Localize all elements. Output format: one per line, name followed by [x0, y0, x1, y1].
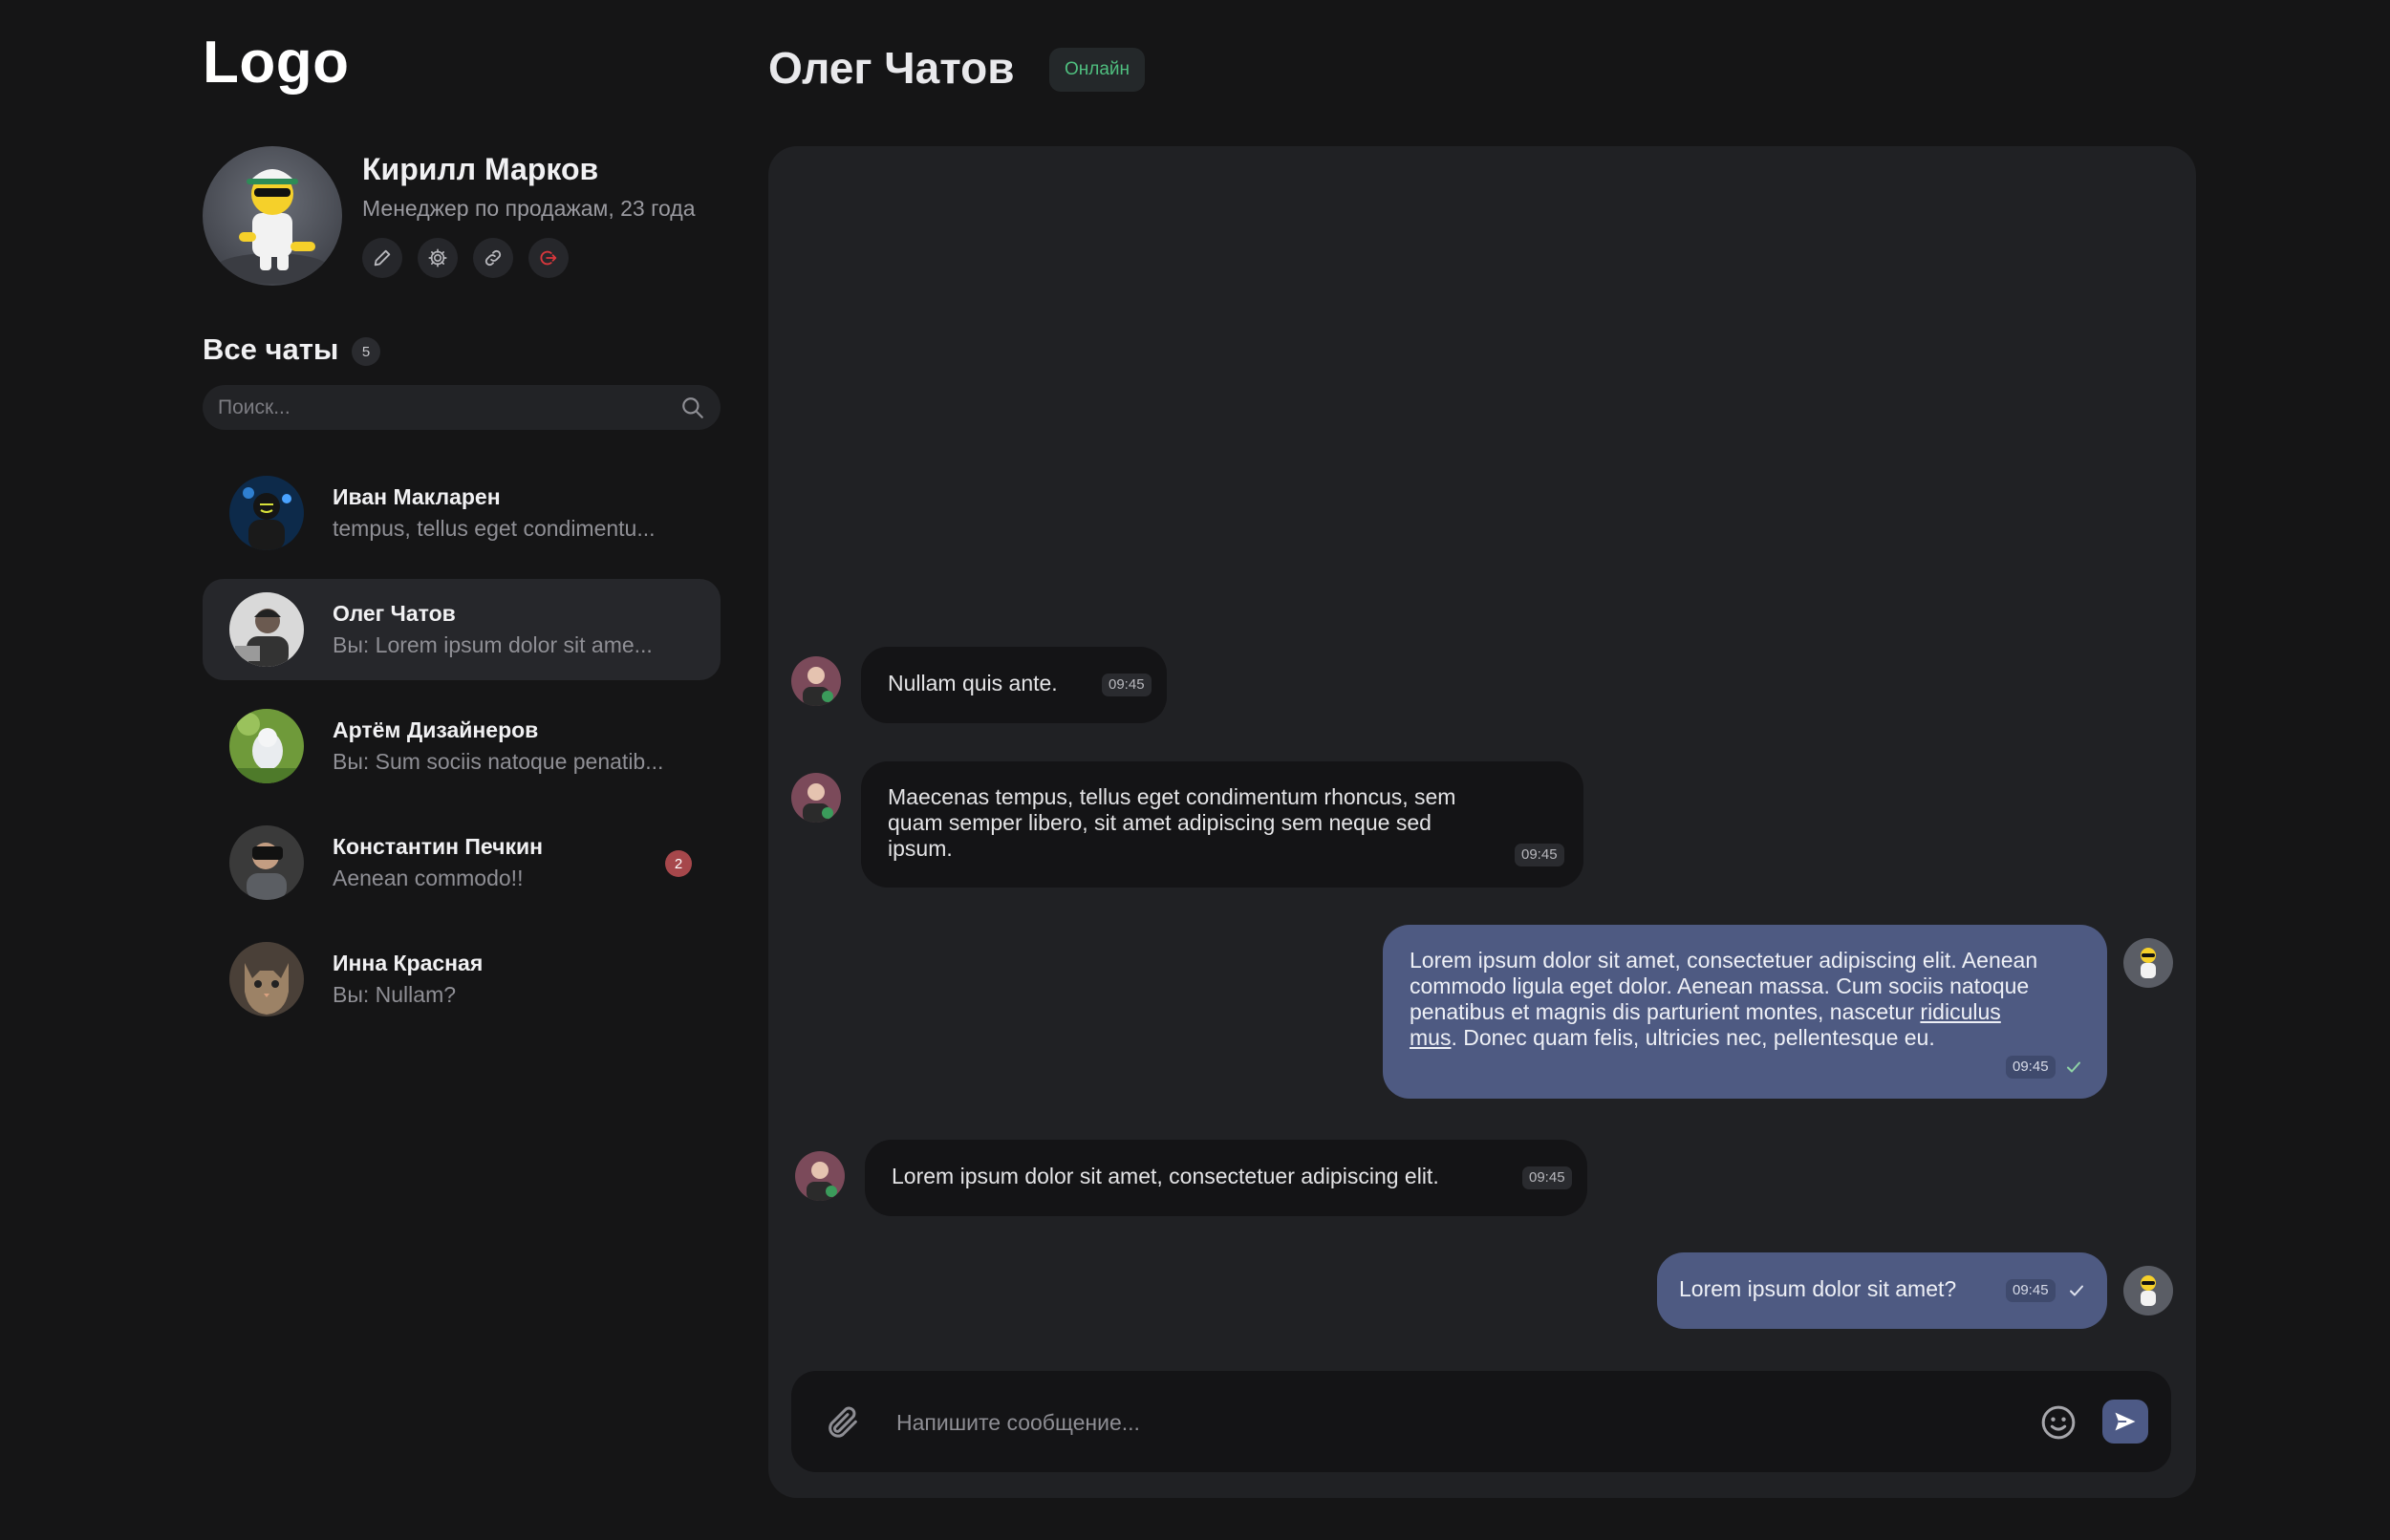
conversation-panel: Nullam quis ante. 09:45 Maecenas tempus,…: [768, 146, 2196, 1498]
app-logo[interactable]: Logo: [203, 29, 350, 96]
conversation-title: Олег Чатов: [768, 43, 1015, 93]
send-button[interactable]: [2102, 1400, 2148, 1444]
chat-item-ivan[interactable]: Иван Макларен tempus, tellus eget condim…: [203, 462, 721, 564]
unread-badge: 2: [665, 850, 692, 877]
chat-name: Иван Макларен: [333, 484, 501, 509]
read-check-icon: [2067, 1061, 2080, 1073]
message-composer: [791, 1371, 2171, 1472]
user-profile: Кирилл Марков Менеджер по продажам, 23 г…: [203, 146, 722, 288]
avatar: [229, 592, 304, 667]
chat-name: Олег Чатов: [333, 601, 456, 626]
chat-item-artem[interactable]: Артём Дизайнеров Вы: Sum sociis natoque …: [203, 695, 721, 797]
emoji-icon[interactable]: [2039, 1403, 2078, 1442]
message-incoming: Maecenas tempus, tellus eget condimentum…: [861, 761, 1583, 888]
avatar: [229, 825, 304, 900]
my-avatar: [2123, 1266, 2173, 1315]
profile-actions: [362, 238, 569, 278]
chats-count-badge: 5: [352, 337, 380, 366]
chat-name: Инна Красная: [333, 951, 484, 975]
chat-name: Артём Дизайнеров: [333, 717, 539, 742]
share-link-button[interactable]: [473, 238, 513, 278]
chat-preview: Вы: Lorem ipsum dolor sit ame...: [333, 632, 653, 657]
message-text: Lorem ipsum dolor sit amet?: [1679, 1276, 1957, 1301]
avatar: [229, 476, 304, 550]
edit-icon: [374, 249, 391, 267]
chat-list: Иван Макларен tempus, tellus eget condim…: [203, 462, 721, 1045]
search-icon[interactable]: [680, 396, 705, 420]
my-avatar: [2123, 938, 2173, 988]
message-text: Lorem ipsum dolor sit amet, consectetuer…: [892, 1164, 1439, 1188]
paperclip-icon[interactable]: [824, 1403, 862, 1442]
message-outgoing: Lorem ipsum dolor sit amet? 09:45: [1657, 1252, 2107, 1329]
message-incoming: Lorem ipsum dolor sit amet, consectetuer…: [865, 1140, 1587, 1216]
message-time: 09:45: [1522, 1166, 1572, 1189]
settings-button[interactable]: [418, 238, 458, 278]
send-icon: [2115, 1412, 2136, 1431]
message-incoming: Nullam quis ante. 09:45: [861, 647, 1167, 723]
chat-name: Константин Печкин: [333, 834, 544, 859]
message-time: 09:45: [1102, 674, 1152, 696]
profile-name: Кирилл Марков: [362, 152, 599, 186]
message-text: Nullam quis ante.: [888, 671, 1058, 695]
avatar: [229, 709, 304, 783]
read-check-icon: [2070, 1285, 2083, 1296]
contact-avatar: [791, 656, 841, 706]
contact-avatar: [791, 773, 841, 823]
chat-item-oleg[interactable]: Олег Чатов Вы: Lorem ipsum dolor sit ame…: [203, 579, 721, 680]
profile-avatar[interactable]: [203, 146, 342, 286]
chat-preview: Вы: Sum sociis natoque penatib...: [333, 749, 664, 774]
message-outgoing: Lorem ipsum dolor sit amet, consectetuer…: [1383, 925, 2107, 1099]
chat-preview: Aenean commodo!!: [333, 866, 524, 890]
all-chats-title: Все чаты: [203, 332, 339, 366]
message-input[interactable]: [896, 1403, 1948, 1442]
message-text: Maecenas tempus, tellus eget condimentum…: [888, 784, 1456, 861]
message-time: 09:45: [1515, 844, 1564, 866]
settings-icon: [428, 248, 447, 267]
chat-preview: tempus, tellus eget condimentu...: [333, 516, 656, 541]
search-input[interactable]: [218, 396, 680, 419]
chat-preview: Вы: Nullam?: [333, 982, 457, 1007]
edit-profile-button[interactable]: [362, 238, 402, 278]
logout-button[interactable]: [528, 238, 569, 278]
profile-role: Менеджер по продажам, 23 года: [362, 196, 696, 221]
message-time: 09:45: [2006, 1056, 2056, 1079]
chat-search[interactable]: [203, 385, 721, 430]
chat-item-inna[interactable]: Инна Красная Вы: Nullam?: [203, 929, 721, 1030]
chat-item-konstantin[interactable]: Константин Печкин Aenean commodo!! 2: [203, 812, 721, 913]
contact-avatar: [795, 1151, 845, 1201]
message-text: Lorem ipsum dolor sit amet, consectetuer…: [1410, 948, 2038, 1050]
link-icon: [484, 249, 502, 267]
online-status-badge: Онлайн: [1049, 48, 1146, 92]
message-time: 09:45: [2006, 1279, 2056, 1302]
logout-icon: [540, 250, 557, 266]
avatar: [229, 942, 304, 1016]
